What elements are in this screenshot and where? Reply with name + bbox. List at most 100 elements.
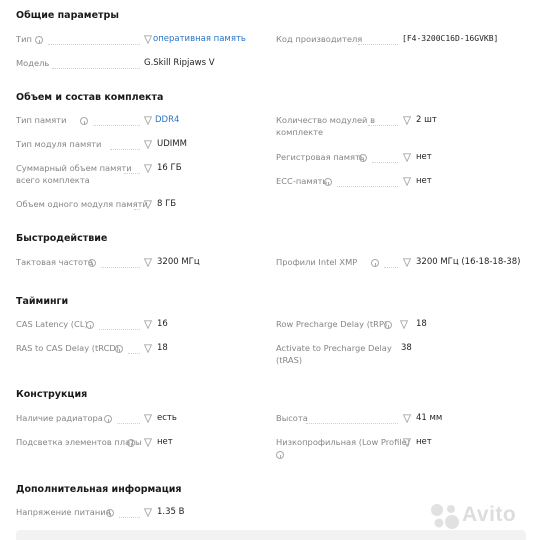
- dotted-leader: [101, 267, 140, 268]
- trcd-label: RAS to CAS Delay (tRCD): [16, 343, 120, 353]
- cas-latency-label: CAS Latency (CL): [16, 319, 88, 329]
- dotted-leader: [48, 44, 140, 45]
- registered-label: Регистровая память: [276, 152, 365, 162]
- dotted-leader: [372, 162, 398, 163]
- filter-icon[interactable]: [403, 438, 411, 447]
- total-volume-value: 16 ГБ: [157, 163, 182, 173]
- trp-value: 18: [416, 319, 427, 329]
- tras-label-line1: Activate to Precharge Delay: [276, 343, 392, 353]
- heatsink-label: Наличие радиатора: [16, 413, 103, 423]
- info-icon[interactable]: [86, 321, 94, 329]
- xmp-label: Профили Intel XMP: [276, 257, 358, 267]
- filter-icon[interactable]: [144, 414, 152, 423]
- tras-value: 38: [401, 343, 412, 353]
- avito-watermark-text: Avito: [462, 503, 517, 526]
- filter-icon[interactable]: [403, 258, 411, 267]
- dotted-leader: [134, 209, 140, 210]
- section-title-extra: Дополнительная информация: [16, 484, 182, 495]
- mem-type-value-link[interactable]: DDR4: [155, 114, 179, 126]
- frequency-value: 3200 МГц: [157, 257, 200, 267]
- filter-icon[interactable]: [403, 414, 411, 423]
- info-icon[interactable]: [276, 451, 284, 459]
- modules-count-value: 2 шт: [416, 115, 437, 125]
- mfr-code-label: Код производителя: [276, 34, 363, 44]
- info-icon[interactable]: [359, 154, 367, 162]
- single-module-volume-value: 8 ГБ: [157, 199, 177, 209]
- ecc-label: ECC-память: [276, 176, 328, 186]
- avito-logo-icon: [431, 504, 459, 529]
- filter-icon[interactable]: [144, 164, 152, 173]
- mfr-code-value: [F4-3200C16D-16GVKB]: [402, 34, 499, 43]
- dotted-leader: [110, 149, 140, 150]
- modules-count-label-line1: Количество модулей в: [276, 115, 375, 125]
- tras-label-line2: (tRAS): [276, 355, 303, 365]
- module-type-label: Тип модуля памяти: [16, 139, 102, 149]
- low-profile-value: нет: [416, 437, 432, 447]
- info-icon[interactable]: [384, 321, 392, 329]
- filter-icon[interactable]: [144, 140, 152, 149]
- dotted-leader: [119, 517, 140, 518]
- type-value-link[interactable]: оперативная память: [153, 33, 246, 45]
- section-title-kit: Объем и состав комплекта: [16, 92, 164, 103]
- filter-icon[interactable]: [144, 200, 152, 209]
- filter-icon[interactable]: [403, 177, 411, 186]
- info-icon[interactable]: [104, 415, 112, 423]
- single-module-volume-label: Объем одного модуля памяти: [16, 199, 148, 209]
- dotted-leader: [124, 173, 140, 174]
- specs-page: Общие параметры Тип оперативная память К…: [0, 0, 540, 540]
- total-volume-label-line2: всего комплекта: [16, 175, 90, 185]
- info-icon[interactable]: [35, 36, 43, 44]
- voltage-value: 1.35 В: [157, 507, 185, 517]
- filter-icon[interactable]: [400, 320, 408, 329]
- registered-value: нет: [416, 152, 432, 162]
- info-icon[interactable]: [106, 509, 114, 517]
- model-value: G.Skill Ripjaws V: [144, 58, 215, 68]
- filter-icon[interactable]: [144, 35, 152, 44]
- voltage-label: Напряжение питания: [16, 507, 111, 517]
- dotted-leader: [358, 44, 398, 45]
- dotted-leader: [93, 125, 140, 126]
- info-icon[interactable]: [115, 345, 123, 353]
- low-profile-label: Низкопрофильная (Low Profile): [276, 437, 410, 447]
- trcd-value: 18: [157, 343, 168, 353]
- dotted-leader: [128, 353, 140, 354]
- dotted-leader: [99, 329, 140, 330]
- ecc-value: нет: [416, 176, 432, 186]
- filter-icon[interactable]: [144, 320, 152, 329]
- cas-latency-value: 16: [157, 319, 168, 329]
- type-label: Тип: [16, 34, 32, 44]
- info-icon[interactable]: [371, 259, 379, 267]
- model-label: Модель: [16, 58, 50, 68]
- dotted-leader: [368, 125, 398, 126]
- backlight-value: нет: [157, 437, 173, 447]
- trp-label: Row Precharge Delay (tRP): [276, 319, 388, 329]
- info-icon[interactable]: [127, 439, 135, 447]
- filter-icon[interactable]: [144, 258, 152, 267]
- mem-type-label: Тип памяти: [16, 115, 67, 125]
- filter-icon[interactable]: [144, 438, 152, 447]
- height-label: Высота: [276, 413, 308, 423]
- filter-icon[interactable]: [144, 116, 152, 125]
- info-icon[interactable]: [80, 117, 88, 125]
- dotted-leader: [384, 267, 398, 268]
- modules-count-label-line2: комплекте: [276, 127, 324, 137]
- info-icon[interactable]: [88, 259, 96, 267]
- section-title-design: Конструкция: [16, 389, 88, 400]
- filter-icon[interactable]: [144, 508, 152, 517]
- filter-icon[interactable]: [403, 153, 411, 162]
- dotted-leader: [52, 68, 140, 69]
- dotted-leader: [337, 186, 398, 187]
- avito-watermark: Avito: [426, 500, 536, 532]
- heatsink-value: есть: [157, 413, 177, 423]
- module-type-value: UDIMM: [157, 139, 187, 149]
- filter-icon[interactable]: [144, 344, 152, 353]
- section-title-general: Общие параметры: [16, 10, 119, 21]
- backlight-label: Подсветка элементов платы: [16, 437, 142, 447]
- section-title-timings: Тайминги: [16, 296, 69, 307]
- dotted-leader: [306, 423, 398, 424]
- info-icon[interactable]: [324, 178, 332, 186]
- total-volume-label-line1: Суммарный объем памяти: [16, 163, 132, 173]
- height-value: 41 мм: [416, 413, 443, 423]
- filter-icon[interactable]: [403, 116, 411, 125]
- frequency-label: Тактовая частота: [16, 257, 94, 267]
